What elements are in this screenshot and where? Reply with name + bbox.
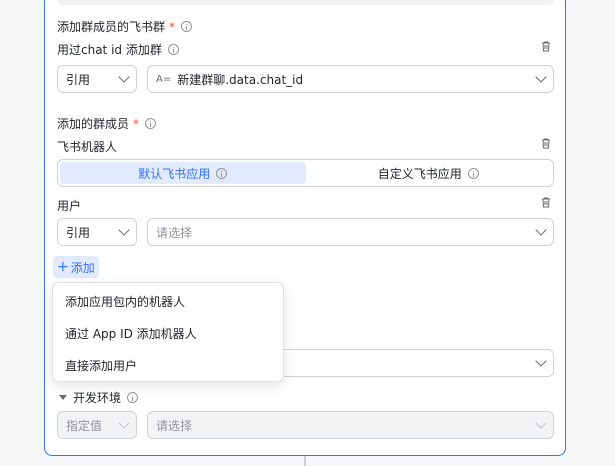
bot-label: 飞书机器人 bbox=[57, 140, 118, 154]
dev-env-value-select[interactable]: 请选择 bbox=[147, 411, 554, 439]
bot-app-segmented-control: 默认飞书应用 自定义飞书应用 bbox=[57, 159, 554, 187]
node-config-panel: 添加群成员的飞书群 * 用过chat id 添加群 引用 A= 新建群聊.dat… bbox=[44, 0, 566, 456]
caret-down-icon bbox=[59, 395, 67, 400]
tab-default-app[interactable]: 默认飞书应用 bbox=[60, 162, 306, 184]
group-mode-select[interactable]: 引用 bbox=[57, 65, 137, 93]
info-icon[interactable] bbox=[167, 44, 179, 55]
menu-item-add-package-bot[interactable]: 添加应用包内的机器人 bbox=[53, 285, 283, 317]
trash-icon[interactable] bbox=[541, 138, 551, 149]
user-select[interactable]: 请选择 bbox=[147, 218, 554, 246]
flow-connector bbox=[304, 456, 306, 466]
chevron-down-icon bbox=[118, 417, 130, 429]
chevron-down-icon bbox=[535, 417, 547, 429]
info-icon[interactable] bbox=[145, 118, 157, 129]
members-field-label: 添加的群成员 * bbox=[57, 115, 157, 132]
user-label: 用户 bbox=[57, 199, 82, 213]
group-field-label: 添加群成员的飞书群 * bbox=[57, 18, 193, 35]
variable-icon: A= bbox=[156, 73, 172, 85]
info-icon[interactable] bbox=[181, 21, 193, 32]
trash-icon[interactable] bbox=[541, 41, 551, 52]
add-member-button[interactable]: + 添加 bbox=[53, 256, 99, 278]
info-icon[interactable] bbox=[216, 167, 228, 179]
chat-id-label: 用过chat id 添加群 bbox=[57, 41, 179, 58]
menu-item-add-bot-by-app-id[interactable]: 通过 App ID 添加机器人 bbox=[53, 317, 283, 349]
plus-icon: + bbox=[57, 259, 69, 275]
dev-env-mode-select[interactable]: 指定值 bbox=[57, 411, 137, 439]
add-member-menu: 添加应用包内的机器人 通过 App ID 添加机器人 直接添加用户 bbox=[52, 282, 284, 382]
chat-id-select[interactable]: A= 新建群聊.data.chat_id bbox=[147, 65, 554, 93]
required-mark: * bbox=[133, 116, 140, 131]
trash-icon[interactable] bbox=[541, 197, 551, 208]
dev-env-toggle[interactable]: 开发环境 bbox=[59, 389, 139, 406]
info-icon[interactable] bbox=[127, 392, 139, 403]
chevron-down-icon bbox=[535, 224, 547, 236]
previous-field-bottom bbox=[57, 0, 554, 5]
chevron-down-icon bbox=[535, 71, 547, 83]
info-icon[interactable] bbox=[467, 167, 479, 179]
chevron-down-icon bbox=[535, 355, 547, 367]
tab-custom-app[interactable]: 自定义飞书应用 bbox=[306, 162, 552, 184]
chevron-down-icon bbox=[118, 224, 130, 236]
user-mode-select[interactable]: 引用 bbox=[57, 218, 137, 246]
required-mark: * bbox=[169, 19, 176, 34]
menu-item-add-user[interactable]: 直接添加用户 bbox=[53, 349, 283, 381]
chevron-down-icon bbox=[118, 71, 130, 83]
